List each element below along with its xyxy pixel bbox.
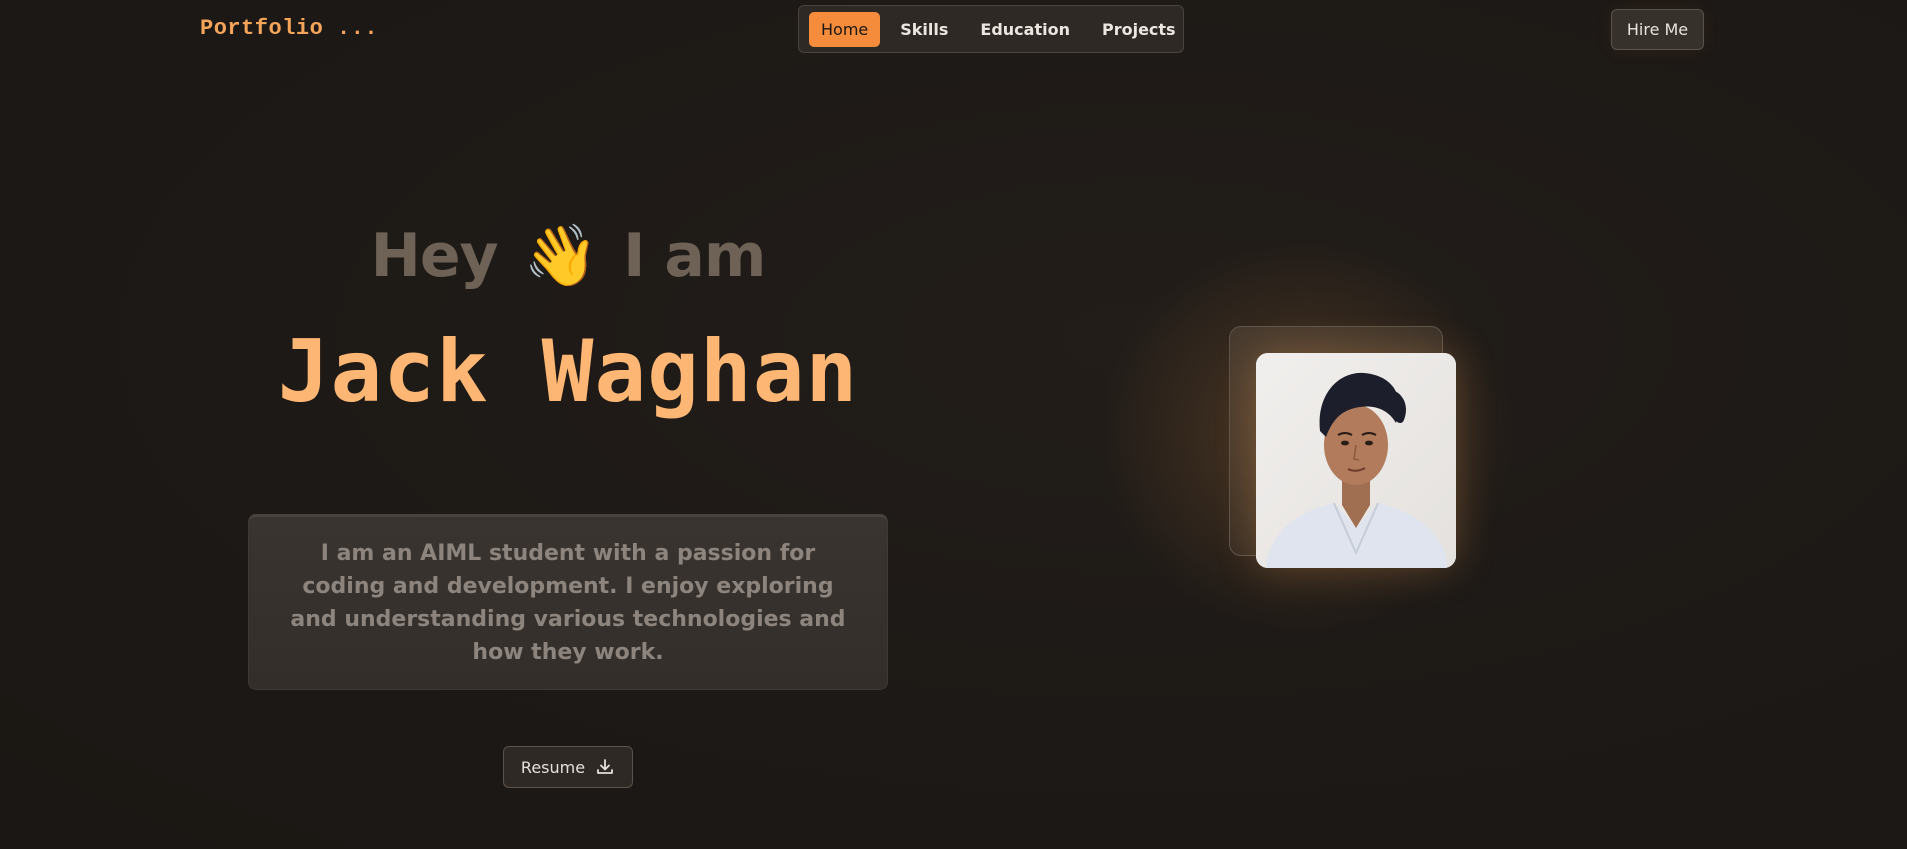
hero-name: Jack Waghan	[277, 322, 859, 422]
hire-me-button[interactable]: Hire Me	[1611, 9, 1704, 50]
nav-skills[interactable]: Skills	[888, 12, 960, 47]
nav-projects[interactable]: Projects	[1090, 12, 1188, 47]
greeting-start: Hey	[370, 221, 499, 291]
greeting-end: I am	[623, 221, 766, 291]
main-nav: Home Skills Education Projects	[798, 5, 1184, 53]
nav-education[interactable]: Education	[968, 12, 1082, 47]
nav-home[interactable]: Home	[809, 11, 881, 47]
resume-label: Resume	[520, 757, 586, 777]
site-logo[interactable]: Portfolio ...	[200, 16, 378, 41]
hero-greeting: Hey 👋 I am	[340, 220, 796, 291]
profile-photo	[1256, 353, 1456, 568]
resume-button[interactable]: Resume	[503, 746, 633, 788]
bio-card: I am an AIML student with a passion for …	[248, 514, 888, 690]
download-icon	[595, 757, 615, 777]
bio-text: I am an AIML student with a passion for …	[290, 541, 846, 665]
wave-icon: 👋	[523, 221, 599, 291]
